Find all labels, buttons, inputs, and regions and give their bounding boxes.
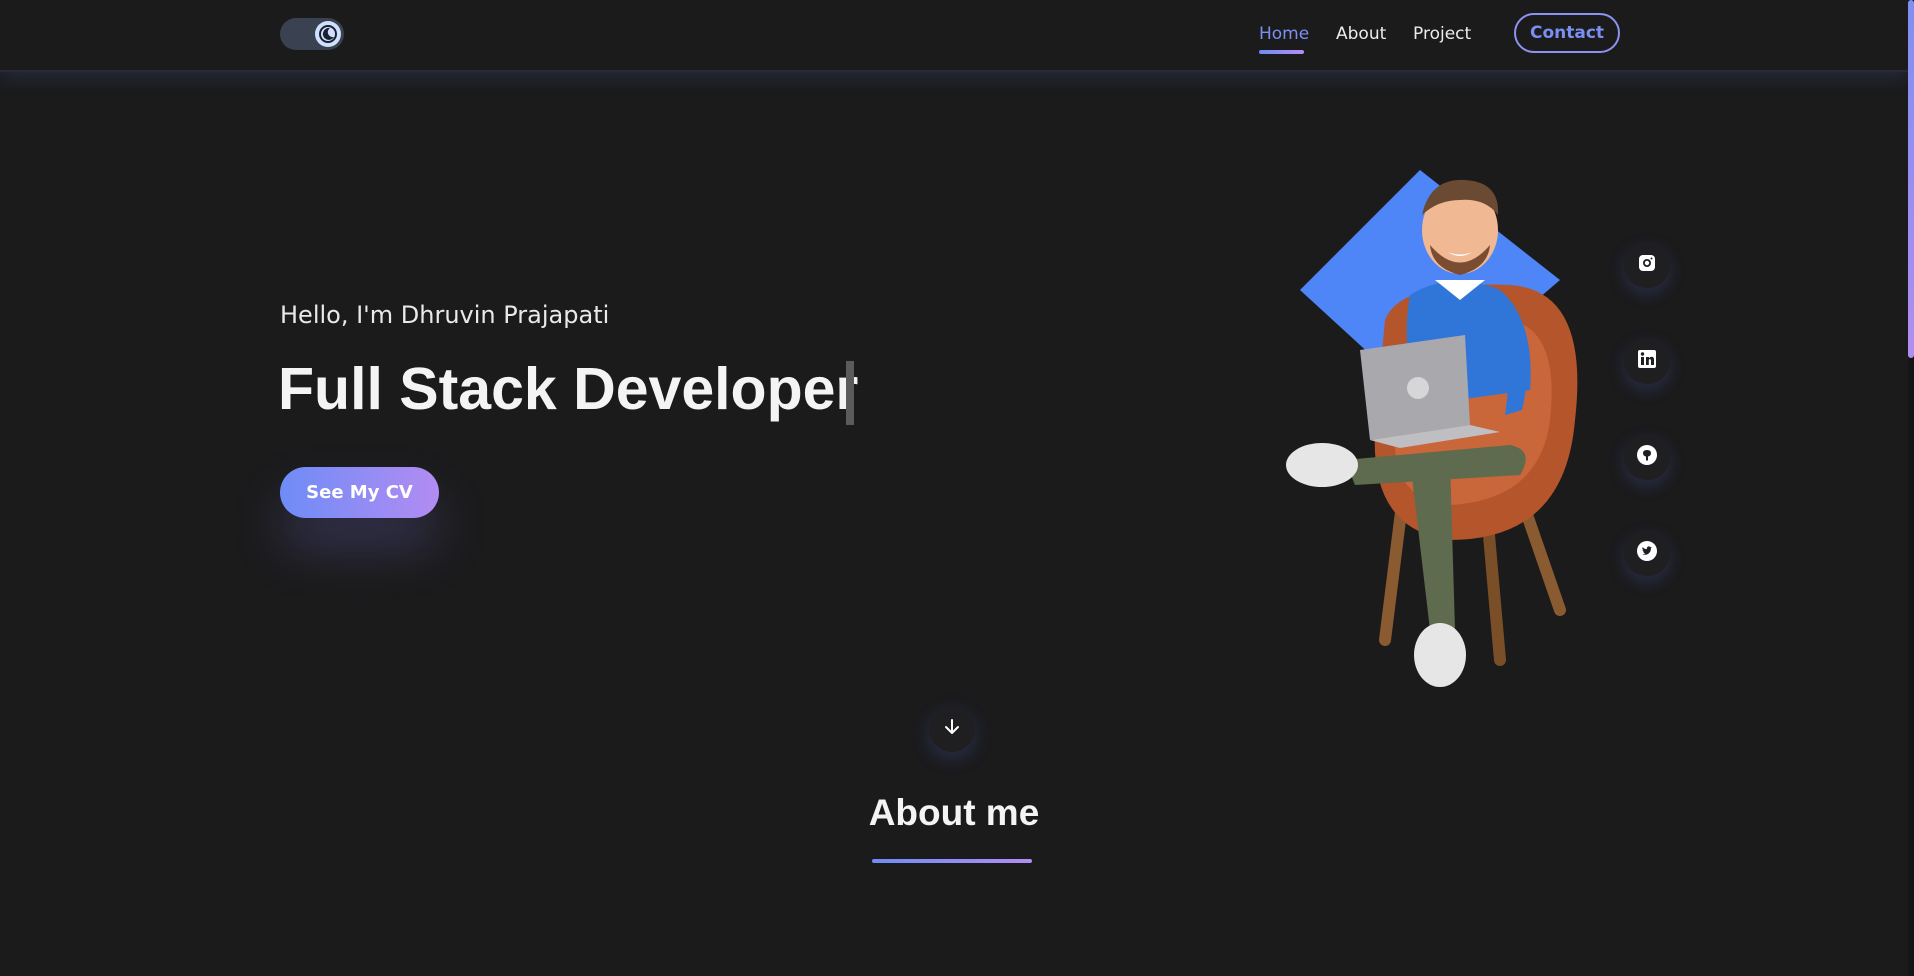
- active-nav-indicator: [1259, 50, 1304, 54]
- contact-button[interactable]: Contact: [1514, 13, 1620, 53]
- arrow-down-icon: [942, 717, 962, 741]
- nav-project-link[interactable]: Project: [1413, 24, 1471, 44]
- twitter-link[interactable]: [1624, 530, 1670, 576]
- twitter-icon: [1636, 540, 1658, 566]
- github-icon: [1636, 444, 1658, 470]
- hero-greeting: Hello, I'm Dhruvin Prajapati: [280, 301, 610, 329]
- typing-cursor: [846, 361, 854, 425]
- about-title-underline: [872, 859, 1032, 863]
- developer-avatar-illustration: [1260, 160, 1620, 700]
- instagram-link[interactable]: [1624, 242, 1670, 288]
- moon-icon: [315, 21, 341, 47]
- instagram-icon: [1637, 253, 1657, 277]
- theme-toggle[interactable]: [280, 18, 344, 50]
- linkedin-icon: [1637, 349, 1657, 373]
- site-header: Home About Project Contact: [0, 0, 1908, 72]
- linkedin-link[interactable]: [1624, 338, 1670, 384]
- page-scrollbar-thumb[interactable]: [1908, 0, 1914, 358]
- about-section-title: About me: [868, 792, 1040, 833]
- nav-home-link[interactable]: Home: [1259, 24, 1309, 44]
- hero-headline: Full Stack Developer: [278, 356, 859, 422]
- see-cv-button[interactable]: See My CV: [280, 467, 439, 518]
- github-link[interactable]: [1624, 434, 1670, 480]
- scroll-down-button[interactable]: [929, 706, 975, 752]
- nav-about-link[interactable]: About: [1336, 24, 1386, 44]
